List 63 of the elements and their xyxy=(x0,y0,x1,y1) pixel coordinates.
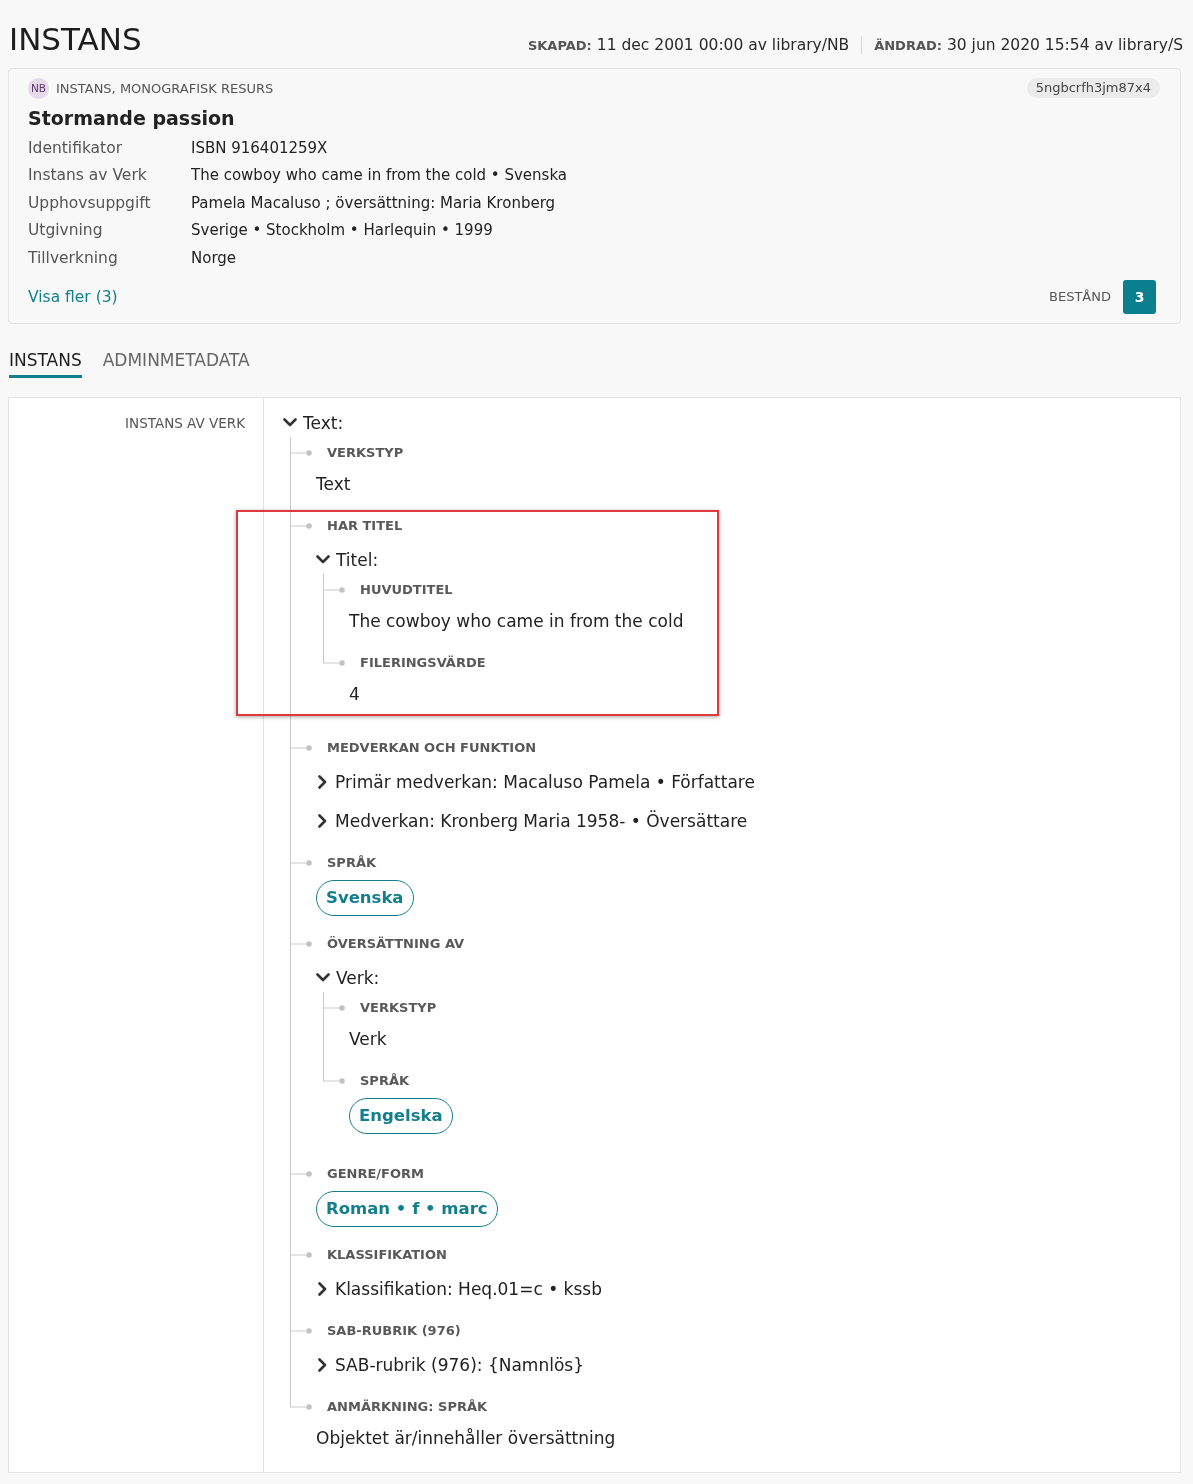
tree-toggle[interactable]: Klassifikation: Heq.01=c • kssb xyxy=(316,1274,602,1303)
created-label: SKAPAD: xyxy=(527,38,592,53)
property-label: SAB-RUBRIK (976) xyxy=(327,1323,461,1338)
field-label: Upphovsuppgift xyxy=(28,193,152,212)
tree-toggle[interactable]: SAB-rubrik (976): {Namnlös} xyxy=(316,1350,584,1379)
property-label: VERKSTYP xyxy=(360,1000,437,1015)
property-value: Objektet är/innehåller översättning xyxy=(316,1426,616,1450)
property-label: VERKSTYP xyxy=(327,445,404,460)
tree-branch-icon xyxy=(290,744,312,751)
tree-branch-icon xyxy=(290,1327,312,1334)
relation-label: INSTANS AV VERK xyxy=(125,414,245,431)
holdings-count[interactable]: 3 xyxy=(1123,279,1156,314)
field-label: Utgivning xyxy=(28,221,104,240)
record-title: Stormande passion xyxy=(28,106,236,130)
created-date: 11 dec 2001 00:00 av library/NB xyxy=(596,36,850,54)
property-label: GENRE/FORM xyxy=(327,1166,424,1181)
tree-branch-icon xyxy=(290,859,312,866)
tree-toggle[interactable]: Primär medverkan: Macaluso Pamela • Författare xyxy=(316,767,755,796)
tree-branch-icon xyxy=(290,1403,312,1410)
property-label: SPRÅK xyxy=(327,855,377,870)
tree-toggle[interactable]: Medverkan: Kronberg Maria 1958- • Översättare xyxy=(316,806,748,835)
holdings-label: BESTÅND xyxy=(1049,289,1111,304)
tab[interactable]: ADMINMETADATA xyxy=(102,345,250,378)
field-value: Norge xyxy=(191,248,238,267)
property-label: MEDVERKAN OCH FUNKTION xyxy=(327,740,537,755)
show-more-link[interactable]: Visa fler (3) xyxy=(28,287,118,306)
field-label: Instans av Verk xyxy=(28,166,148,185)
property-label: HAR TITEL xyxy=(327,518,403,533)
field-value: Sverige • Stockholm • Harlequin • 1999 xyxy=(191,221,494,240)
property-label: ÖVERSÄTTNING AV xyxy=(327,936,465,951)
tree-branch-icon xyxy=(290,449,312,456)
tree-toggle[interactable]: Titel: xyxy=(316,545,379,574)
tree-branch-icon xyxy=(290,940,312,947)
tree-branch-icon xyxy=(290,522,312,529)
changed-date: 30 jun 2020 15:54 av library/S xyxy=(946,36,1183,54)
property-label: HUVUDTITEL xyxy=(360,582,453,597)
tree-branch-icon xyxy=(323,659,345,666)
tree-branch-icon xyxy=(290,1170,312,1177)
property-label: FILERINGSVÄRDE xyxy=(360,655,486,670)
source-badge: NB xyxy=(28,77,49,99)
property-value: Verk xyxy=(349,1027,387,1051)
property-value: The cowboy who came in from the cold xyxy=(349,609,684,633)
page-title: INSTANS xyxy=(9,20,142,59)
field-label: Tillverkning xyxy=(28,248,119,267)
field-value: Pamela Macaluso ; översättning: Maria Kronberg xyxy=(191,193,557,212)
changed-label: ÄNDRAD: xyxy=(874,38,942,53)
tree-branch-icon xyxy=(323,1004,345,1011)
property-value: 4 xyxy=(349,682,360,706)
record-id: 5ngbcrfh3jm87x4 xyxy=(1026,78,1160,98)
resource-type: INSTANS, MONOGRAFISK RESURS xyxy=(56,80,274,96)
property-label: ANMÄRKNING: SPRÅK xyxy=(327,1399,488,1414)
property-value: Text xyxy=(316,472,351,496)
tree-branch-icon xyxy=(290,1251,312,1258)
field-value: The cowboy who came in from the cold • Svenska xyxy=(191,166,569,185)
field-label: Identifikator xyxy=(28,138,124,157)
tree-toggle[interactable]: Text: xyxy=(283,408,344,437)
tree-toggle[interactable]: Verk: xyxy=(316,963,380,992)
field-value: ISBN 916401259X xyxy=(191,138,329,157)
tab[interactable]: INSTANS xyxy=(9,345,82,378)
property-label: KLASSIFIKATION xyxy=(327,1247,447,1262)
tree-branch-icon xyxy=(323,1077,345,1084)
property-label: SPRÅK xyxy=(360,1073,410,1088)
tree-branch-icon xyxy=(323,586,345,593)
